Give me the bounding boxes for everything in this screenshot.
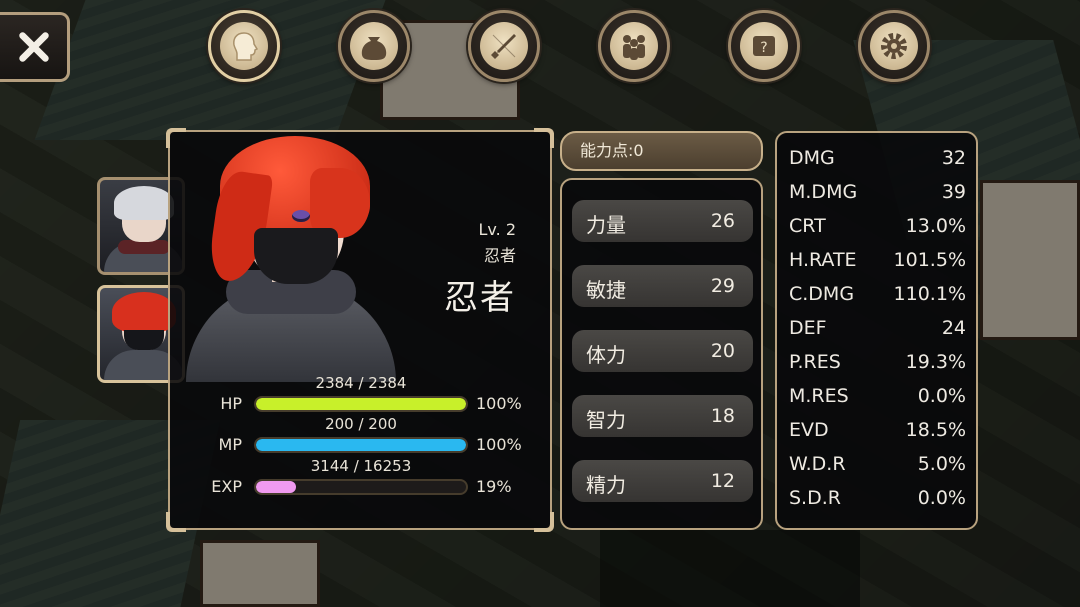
stat-row-dmg: DMG 32 xyxy=(789,147,966,177)
attribute-value: 26 xyxy=(710,210,735,232)
tab-settings[interactable] xyxy=(858,10,930,82)
stat-value: 0.0% xyxy=(917,385,966,407)
character-job-title: 忍者 xyxy=(444,278,516,318)
tab-inventory[interactable] xyxy=(338,10,410,82)
tab-skills[interactable] xyxy=(468,10,540,82)
exp-bar-fill xyxy=(256,481,296,493)
tab-party[interactable] xyxy=(598,10,670,82)
character-level: Lv. 2 xyxy=(478,220,517,239)
hp-percent: 100% xyxy=(476,394,522,413)
stat-name: S.D.R xyxy=(789,487,841,509)
stat-name: EVD xyxy=(789,419,829,441)
stat-name: P.RES xyxy=(789,351,841,373)
attribute-name: 力量 xyxy=(586,213,626,237)
stat-name: DMG xyxy=(789,147,835,169)
attribute-value: 20 xyxy=(710,340,735,362)
attribute-value: 29 xyxy=(710,275,735,297)
mp-value: 200 / 200 xyxy=(325,415,397,433)
attribute-value: 12 xyxy=(710,470,735,492)
stat-row-mres: M.RES 0.0% xyxy=(789,385,966,415)
exp-label: EXP xyxy=(211,477,242,496)
stat-row-pres: P.RES 19.3% xyxy=(789,351,966,381)
exp-percent: 19% xyxy=(476,477,512,496)
stat-value: 19.3% xyxy=(905,351,966,373)
stat-value: 5.0% xyxy=(917,453,966,475)
stat-row-hrate: H.RATE 101.5% xyxy=(789,249,966,279)
attribute-spirit[interactable]: 精力 12 xyxy=(572,460,753,502)
close-icon xyxy=(18,32,49,62)
combat-stats-panel: DMG 32 M.DMG 39 CRT 13.0% H.RATE 101.5% … xyxy=(775,131,978,530)
tab-quests[interactable]: ? xyxy=(728,10,800,82)
stat-row-evd: EVD 18.5% xyxy=(789,419,966,449)
stat-name: H.RATE xyxy=(789,249,857,271)
quest-scroll-icon: ? xyxy=(753,36,775,56)
attribute-strength[interactable]: 力量 26 xyxy=(572,200,753,242)
attribute-value: 18 xyxy=(710,405,735,427)
mp-bar xyxy=(254,437,468,453)
exp-value: 3144 / 16253 xyxy=(310,457,412,475)
attribute-agility[interactable]: 敏捷 29 xyxy=(572,265,753,307)
stat-name: DEF xyxy=(789,317,827,339)
hp-label: HP xyxy=(220,394,242,413)
stat-name: C.DMG xyxy=(789,283,855,305)
stat-value: 39 xyxy=(941,181,966,203)
party-icon xyxy=(623,35,645,60)
stat-value: 101.5% xyxy=(893,249,966,271)
hp-bar-fill xyxy=(256,398,466,410)
stat-name: M.RES xyxy=(789,385,849,407)
stat-row-def: DEF 24 xyxy=(789,317,966,347)
stat-value: 32 xyxy=(941,147,966,169)
character-panel: Lv. 2 忍者 忍者 2384 / 2384 HP 100% 200 / 20… xyxy=(166,128,554,532)
settings-gear-icon xyxy=(881,33,907,59)
svg-text:?: ? xyxy=(760,40,767,56)
stat-name: W.D.R xyxy=(789,453,846,475)
skill-icon xyxy=(491,34,516,59)
stat-value: 13.0% xyxy=(905,215,966,237)
tab-character[interactable] xyxy=(208,10,280,82)
stat-name: CRT xyxy=(789,215,826,237)
close-button[interactable] xyxy=(0,12,70,82)
attributes-panel: 力量 26 敏捷 29 体力 20 智力 18 精力 12 xyxy=(560,178,763,530)
stat-value: 110.1% xyxy=(893,283,966,305)
stat-row-crt: CRT 13.0% xyxy=(789,215,966,245)
stat-row-sdr: S.D.R 0.0% xyxy=(789,487,966,517)
hp-value: 2384 / 2384 xyxy=(315,374,407,392)
character-job-label: 忍者 xyxy=(483,246,516,265)
bag-icon xyxy=(361,37,387,60)
stat-row-wdr: W.D.R 5.0% xyxy=(789,453,966,483)
attribute-name: 体力 xyxy=(586,343,626,367)
attribute-name: 智力 xyxy=(586,408,626,432)
attribute-vitality[interactable]: 体力 20 xyxy=(572,330,753,372)
stat-value: 0.0% xyxy=(917,487,966,509)
character-head-icon xyxy=(233,32,259,61)
hp-bar xyxy=(254,396,468,412)
exp-bar xyxy=(254,479,468,495)
stat-value: 24 xyxy=(941,317,966,339)
attribute-name: 敏捷 xyxy=(586,278,626,302)
mp-bar-fill xyxy=(256,439,466,451)
stat-name: M.DMG xyxy=(789,181,858,203)
mp-label: MP xyxy=(218,435,242,454)
stat-value: 18.5% xyxy=(905,419,966,441)
character-portrait xyxy=(184,132,404,382)
ability-points: 能力点:0 xyxy=(560,131,763,171)
attribute-intelligence[interactable]: 智力 18 xyxy=(572,395,753,437)
stat-row-mdmg: M.DMG 39 xyxy=(789,181,966,211)
attribute-name: 精力 xyxy=(586,473,626,497)
stat-row-cdmg: C.DMG 110.1% xyxy=(789,283,966,313)
mp-percent: 100% xyxy=(476,435,522,454)
